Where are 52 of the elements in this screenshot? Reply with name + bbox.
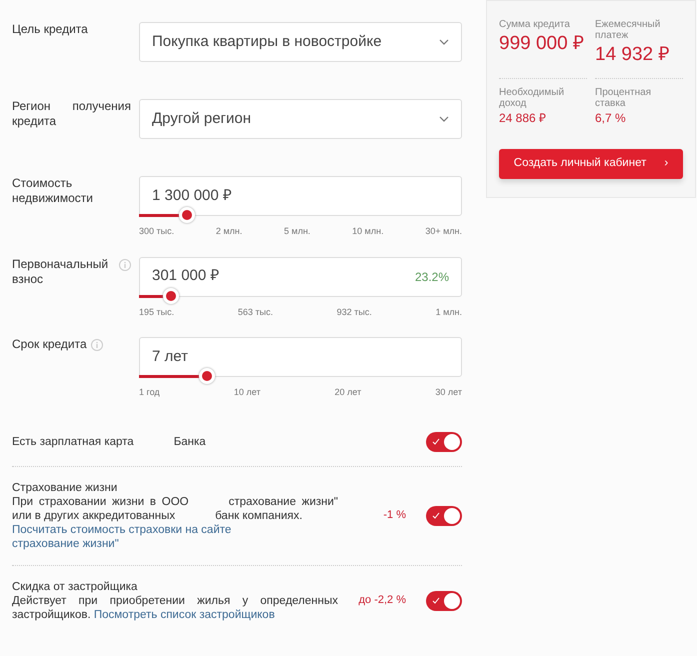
stat-label: Необходимый доход: [499, 86, 566, 108]
check-icon: [432, 438, 440, 444]
link[interactable]: Посмотреть список застройщиков: [94, 608, 275, 620]
field-label: Стоимость недвижимости: [12, 176, 94, 206]
slider-thumb[interactable]: [179, 207, 196, 223]
tick-label: 932 тыс.: [336, 306, 372, 318]
tick-label: 1 млн.: [436, 306, 462, 318]
tick-label: 300 тыс.: [139, 225, 174, 238]
stat-value: 24 886 ₽: [499, 110, 548, 126]
option-title: Есть зарплатная карта Банка: [12, 434, 207, 448]
field-label: Регион получения кредита: [12, 99, 131, 129]
option-description: При страховании жизни в ООО страхование жизни" или в других аккредитованных банк компаниях.: [12, 494, 338, 522]
select-field[interactable]: Другой регион: [139, 99, 462, 139]
select-field[interactable]: Покупка квартиры в новостройке: [139, 22, 462, 62]
tick-label: 1 год: [139, 386, 160, 399]
percent-text: 23.2%: [414, 268, 449, 286]
input-field[interactable]: 7 лет: [139, 337, 462, 377]
stat-label: Сумма кредита: [499, 19, 571, 30]
tick-label: 10 лет: [234, 386, 260, 399]
discount-text: -1 %: [383, 509, 406, 522]
tick-label: 195 тыс.: [139, 306, 174, 318]
field-label: Цель кредита: [12, 22, 88, 37]
tick-label: 10 млн.: [352, 225, 384, 238]
toggle-switch[interactable]: [426, 590, 462, 610]
link[interactable]: Посчитать стоимость страховки на сайте: [12, 522, 232, 536]
check-icon: [432, 512, 440, 518]
tick-label: 30 лет: [435, 386, 462, 399]
stat-value: 6,7 %: [595, 110, 627, 126]
stat-value: 14 932 ₽: [595, 43, 670, 67]
check-icon: [432, 596, 440, 604]
tick-label: 2 млн.: [216, 225, 242, 238]
tick-label: 30+ млн.: [425, 225, 462, 238]
tick-label: 20 лет: [334, 386, 362, 399]
tick-label: 563 тыс.: [238, 306, 273, 318]
create-account-button[interactable]: Создать личный кабинет ›: [499, 148, 683, 178]
toggle-switch[interactable]: [426, 432, 462, 452]
tick-label: 5 млн.: [284, 225, 310, 238]
option-title: Страхование жизни: [12, 480, 118, 494]
stat-label: Ежемесячный платеж: [595, 19, 662, 41]
field-label: Первоначальный взнос: [12, 256, 110, 286]
field-label: Срок кредита: [12, 337, 87, 352]
stat-value: 999 000 ₽: [499, 32, 585, 56]
link[interactable]: страхование жизни": [12, 536, 119, 550]
input-field[interactable]: 1 300 000 ₽: [139, 176, 462, 216]
chevron-down-icon: [439, 116, 449, 122]
chevron-down-icon: [439, 39, 449, 45]
toggle-switch[interactable]: [426, 506, 462, 526]
option-title: Скидка от застройщика: [12, 580, 138, 594]
option-description: Действует при приобретении жилья у определенных застройщиков. Посмотреть список застройщиков: [12, 594, 338, 622]
input-field[interactable]: 301 000 ₽ 23.2%: [139, 256, 462, 296]
stat-label: Процентная ставка: [595, 86, 652, 108]
discount-text: до -2,2 %: [358, 594, 406, 606]
